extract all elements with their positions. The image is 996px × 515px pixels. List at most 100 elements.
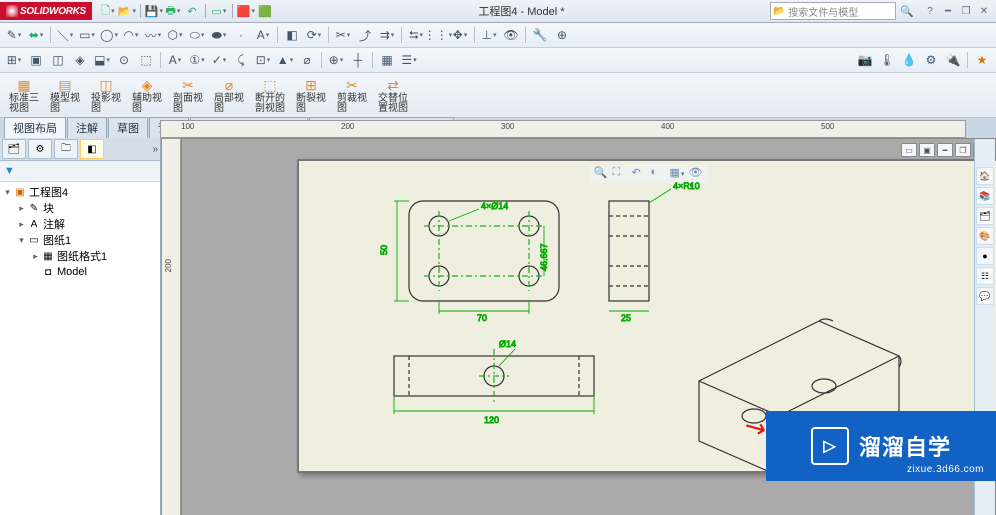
bom-icon[interactable]: ☰ xyxy=(399,50,419,70)
fm-tab-feature-tree[interactable]: 🗂 xyxy=(2,139,26,159)
help-icon[interactable]: ? xyxy=(922,4,938,18)
tp-resources-icon[interactable]: 🏠 xyxy=(976,167,994,185)
tp-custom-props-icon[interactable]: ☷ xyxy=(976,267,994,285)
fm-tab-config[interactable]: 🗀 xyxy=(54,139,78,159)
tab-注解[interactable]: 注解 xyxy=(67,117,107,138)
addins-icon[interactable]: ★ xyxy=(972,50,992,70)
photoview-icon[interactable]: 📷 xyxy=(855,50,875,70)
line-icon[interactable]: ＼ xyxy=(55,25,75,45)
tree-root[interactable]: ▾▣工程图4 xyxy=(2,184,158,200)
filter-icon[interactable]: ▼ xyxy=(4,165,15,177)
fm-tab-dimxpert[interactable]: ◧ xyxy=(80,139,104,159)
tp-appearances-icon[interactable]: ● xyxy=(976,247,994,265)
tp-design-lib-icon[interactable]: 📚 xyxy=(976,187,994,205)
tab-视图布局[interactable]: 视图布局 xyxy=(4,117,66,138)
centerline-icon[interactable]: ┼ xyxy=(348,50,368,70)
tree-node[interactable]: ▸▦图纸格式1 xyxy=(2,248,158,264)
display-icon[interactable]: 👁 xyxy=(501,25,521,45)
repair-icon[interactable]: 🔧 xyxy=(530,25,550,45)
minimize-icon[interactable]: ━ xyxy=(940,4,956,18)
print-icon[interactable]: 🖶 xyxy=(165,3,181,19)
detail-view-icon[interactable]: ⊙ xyxy=(114,50,134,70)
balloon-icon[interactable]: ① xyxy=(187,50,207,70)
restore-icon[interactable]: ❐ xyxy=(958,4,974,18)
ribbon-标准三视图[interactable]: ▦标准三 视图 xyxy=(4,74,44,116)
search-input[interactable]: 📂 搜索文件与模型 xyxy=(770,2,896,20)
undo-icon[interactable]: ↶ xyxy=(184,3,200,19)
ellipse-icon[interactable]: ⬭ xyxy=(187,25,207,45)
doc-tile-icon[interactable]: ▭ xyxy=(901,143,917,157)
ribbon-断裂视图[interactable]: ⊞断裂视 图 xyxy=(291,74,331,116)
note-icon[interactable]: A xyxy=(165,50,185,70)
text-icon[interactable]: A xyxy=(253,25,273,45)
ribbon-局部视图[interactable]: ⌀局部视 图 xyxy=(209,74,249,116)
projected-view-icon[interactable]: ◫ xyxy=(48,50,68,70)
doc-min-icon[interactable]: ━ xyxy=(937,143,953,157)
ribbon-投影视图[interactable]: ◫投影视 图 xyxy=(86,74,126,116)
doc-cascade-icon[interactable]: ▣ xyxy=(919,143,935,157)
extend-icon[interactable]: ⤴ xyxy=(355,25,375,45)
offset-icon[interactable]: ⇉ xyxy=(377,25,397,45)
convert-icon[interactable]: ⟳ xyxy=(304,25,324,45)
point-icon[interactable]: · xyxy=(231,25,251,45)
trim-icon[interactable]: ✂ xyxy=(333,25,353,45)
circle-icon[interactable]: ◯ xyxy=(99,25,119,45)
tab-草图[interactable]: 草图 xyxy=(108,117,148,138)
tree-node[interactable]: ◘Model xyxy=(2,264,158,280)
gtol-icon[interactable]: ⊡ xyxy=(253,50,273,70)
spline-icon[interactable]: 〰 xyxy=(143,25,163,45)
close-icon[interactable]: ✕ xyxy=(976,4,992,18)
datum-icon[interactable]: ▲ xyxy=(275,50,295,70)
search-button[interactable]: 🔍 xyxy=(900,5,918,18)
aux-view-icon[interactable]: ◈ xyxy=(70,50,90,70)
panel-expand-icon[interactable]: » xyxy=(152,144,158,155)
surface-finish-icon[interactable]: ✓ xyxy=(209,50,229,70)
ribbon-辅助视图[interactable]: ◈辅助视 图 xyxy=(127,74,167,116)
feature-tree[interactable]: ▾▣工程图4▸✎块▸A注解▾▭图纸1▸▦图纸格式1◘Model xyxy=(0,182,160,515)
save-icon[interactable]: 💾 xyxy=(146,3,162,19)
relation-icon[interactable]: ⊥ xyxy=(479,25,499,45)
rebuild-icon[interactable]: 🟥 xyxy=(238,3,254,19)
slot-icon[interactable]: ⬬ xyxy=(209,25,229,45)
standard-views-icon[interactable]: ⊞ xyxy=(4,50,24,70)
select-icon[interactable]: ▭ xyxy=(211,3,227,19)
fm-tab-property[interactable]: ⚙ xyxy=(28,139,52,159)
sim-icon[interactable]: 🌡 xyxy=(877,50,897,70)
tp-file-explorer-icon[interactable]: 🗂 xyxy=(976,207,994,225)
model-view-icon[interactable]: ▣ xyxy=(26,50,46,70)
rect-icon[interactable]: ▭ xyxy=(77,25,97,45)
ribbon-断开的剖视图[interactable]: ⬚断开的 剖视图 xyxy=(250,74,290,116)
tree-node[interactable]: ▸✎块 xyxy=(2,200,158,216)
weld-icon[interactable]: ⤹ xyxy=(231,50,251,70)
routing-icon[interactable]: 🔌 xyxy=(943,50,963,70)
plane-icon[interactable]: ◧ xyxy=(282,25,302,45)
svg-text:Ø14: Ø14 xyxy=(499,339,516,349)
quick-snap-icon[interactable]: ⊕ xyxy=(552,25,572,45)
pattern-icon[interactable]: ⋮⋮ xyxy=(428,25,448,45)
tp-forum-icon[interactable]: 💬 xyxy=(976,287,994,305)
move-icon[interactable]: ✥ xyxy=(450,25,470,45)
tree-node[interactable]: ▾▭图纸1 xyxy=(2,232,158,248)
ribbon-剪裁视图[interactable]: ✂剪裁视 图 xyxy=(332,74,372,116)
doc-max-icon[interactable]: ❐ xyxy=(955,143,971,157)
sketch-icon[interactable]: ✎ xyxy=(4,25,24,45)
arc-icon[interactable]: ◠ xyxy=(121,25,141,45)
broken-out-icon[interactable]: ⬚ xyxy=(136,50,156,70)
tree-node[interactable]: ▸A注解 xyxy=(2,216,158,232)
flow-icon[interactable]: 💧 xyxy=(899,50,919,70)
dimension-icon[interactable]: ⬌ xyxy=(26,25,46,45)
motion-icon[interactable]: ⚙ xyxy=(921,50,941,70)
ribbon-剖面视图[interactable]: ✂剖面视 图 xyxy=(168,74,208,116)
ribbon-模型视图[interactable]: ▤模型视 图 xyxy=(45,74,85,116)
hole-callout-icon[interactable]: ⌀ xyxy=(297,50,317,70)
polygon-icon[interactable]: ⬡ xyxy=(165,25,185,45)
new-icon[interactable]: 🗋 xyxy=(100,3,116,19)
centermark-icon[interactable]: ⊕ xyxy=(326,50,346,70)
options-icon[interactable]: 🟩 xyxy=(257,3,273,19)
ribbon-交替位置视图[interactable]: ⇄交替位 置视图 xyxy=(373,74,413,116)
tp-view-palette-icon[interactable]: 🎨 xyxy=(976,227,994,245)
open-icon[interactable]: 📂 xyxy=(119,3,135,19)
section-view-icon[interactable]: ⬓ xyxy=(92,50,112,70)
table-icon[interactable]: ▦ xyxy=(377,50,397,70)
play-icon: ▷ xyxy=(811,427,849,465)
